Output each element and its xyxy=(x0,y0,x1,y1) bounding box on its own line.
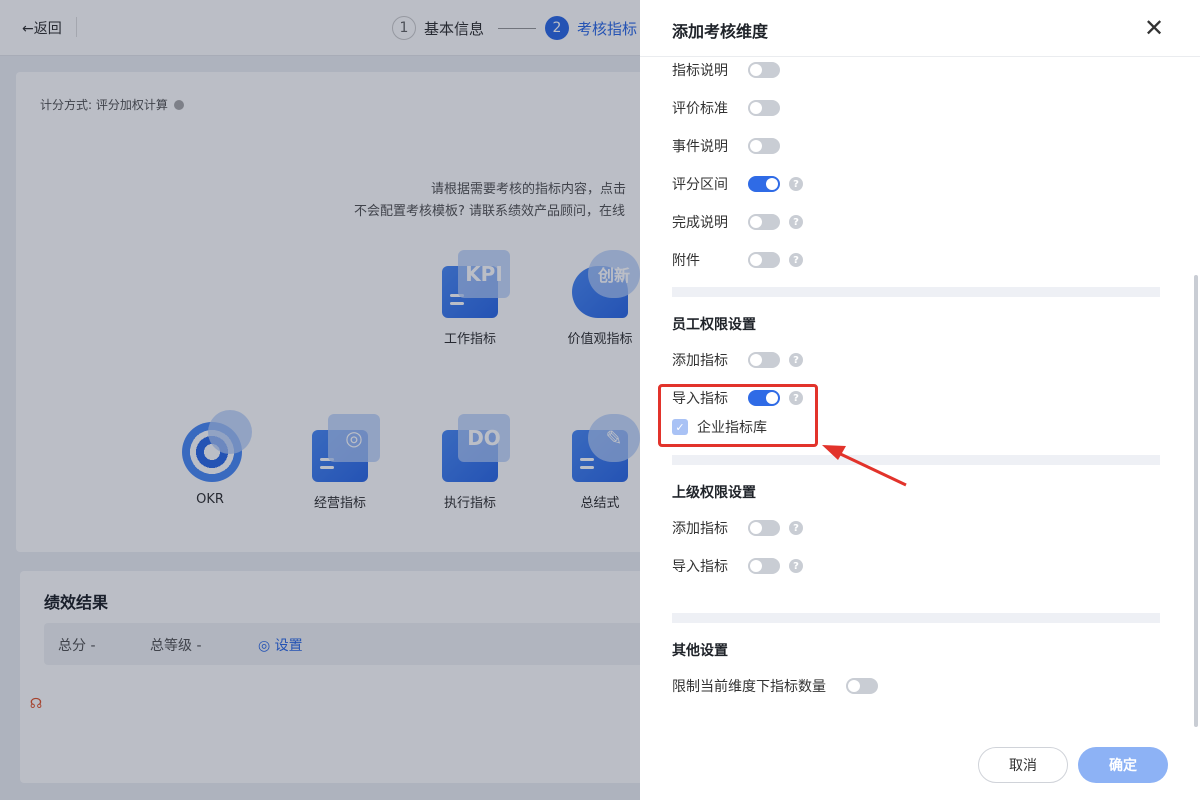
annotation-arrow xyxy=(822,445,907,487)
